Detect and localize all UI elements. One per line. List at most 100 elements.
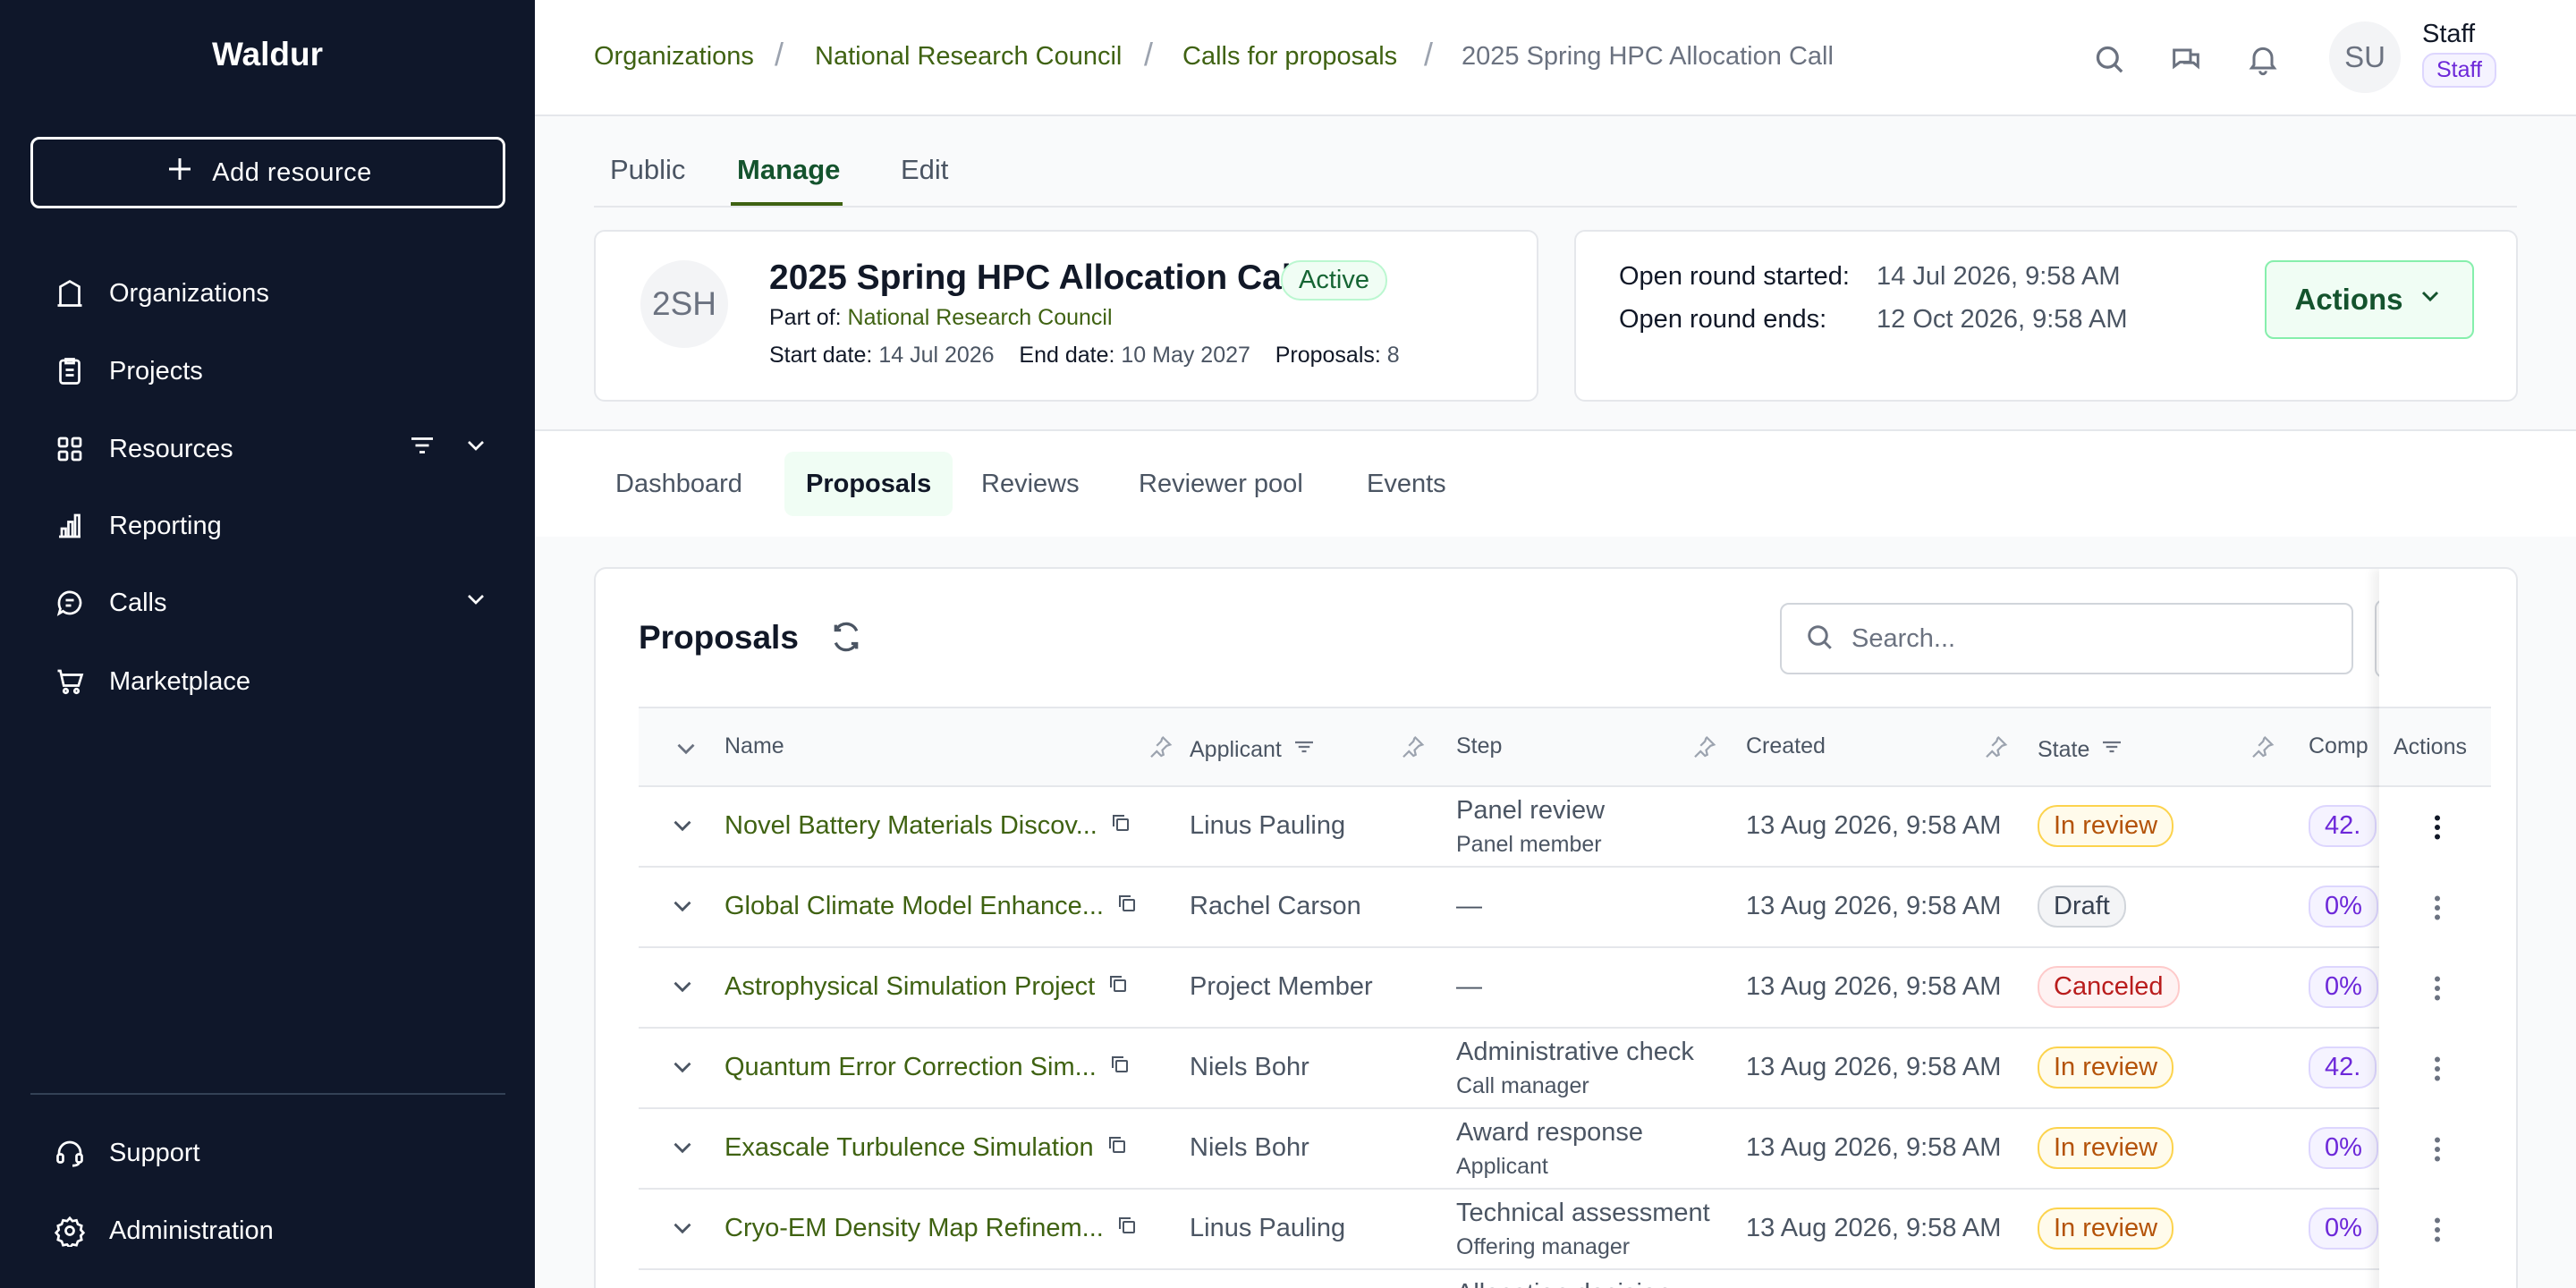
table-row[interactable]: Novel Battery Materials Discov... Linus P… [639, 787, 2475, 868]
tab-edit[interactable]: Edit [901, 154, 948, 186]
column-header-comp[interactable]: Comp [2309, 733, 2368, 759]
table-row[interactable]: Astrophysical Simulation Project Project … [639, 948, 2475, 1029]
state-badge: Draft [2038, 886, 2126, 928]
tab-divider [594, 206, 2517, 208]
table-row[interactable]: Allocation decision [639, 1270, 2475, 1288]
breadcrumb-organizations[interactable]: Organizations [594, 42, 754, 72]
brand-logo[interactable]: Waldur [0, 36, 535, 73]
avatar[interactable]: SU [2329, 21, 2401, 93]
column-label: State [2038, 737, 2090, 762]
proposal-name: Cryo-EM Density Map Refinem... [724, 1214, 1104, 1242]
proposal-name-link[interactable]: Astrophysical Simulation Project [724, 972, 1129, 1002]
building-icon [52, 275, 88, 311]
copy-icon[interactable] [1109, 1053, 1131, 1082]
end-date-label: End date: [1019, 343, 1115, 368]
actions-button[interactable]: Actions [2265, 260, 2474, 339]
column-header-name[interactable]: Name [724, 733, 784, 759]
proposal-name-link[interactable]: Novel Battery Materials Discov... [724, 811, 1131, 841]
breadcrumb-calls[interactable]: Calls for proposals [1182, 42, 1397, 72]
column-header-state[interactable]: State [2038, 733, 2125, 767]
add-resource-button[interactable]: Add resource [30, 137, 505, 208]
state-badge: In review [2038, 1208, 2174, 1250]
table-row[interactable]: Cryo-EM Density Map Refinem... Linus Paul… [639, 1190, 2475, 1270]
copy-icon[interactable] [1116, 892, 1138, 921]
tab-manage[interactable]: Manage [737, 154, 840, 186]
main-content: Organizations / National Research Counci… [535, 0, 2576, 1288]
sidebar-item-reporting[interactable]: Reporting [52, 504, 490, 548]
expand-row-icon[interactable] [667, 810, 698, 848]
chevron-down-icon[interactable] [462, 431, 490, 467]
refresh-icon[interactable] [828, 619, 868, 658]
expand-row-icon[interactable] [667, 1213, 698, 1250]
tab-proposals[interactable]: Proposals [784, 452, 953, 516]
sidebar-item-calls[interactable]: Calls [52, 580, 490, 625]
table-row[interactable]: Global Climate Model Enhance... Rachel Ca… [639, 868, 2475, 948]
column-header-created[interactable]: Created [1746, 733, 1826, 759]
copy-icon[interactable] [1116, 1214, 1138, 1243]
more-actions-icon[interactable] [2415, 1046, 2460, 1091]
table-row[interactable]: Quantum Error Correction Sim... Niels Boh… [639, 1029, 2475, 1109]
chat-icon[interactable] [2166, 39, 2206, 79]
more-actions-icon[interactable] [2415, 1127, 2460, 1172]
sidebar-item-support[interactable]: Support [52, 1131, 490, 1175]
search-input[interactable] [1852, 623, 2334, 654]
tab-reviewer-pool[interactable]: Reviewer pool [1117, 452, 1325, 516]
step: Panel review [1456, 796, 1606, 825]
pin-icon[interactable] [2249, 733, 2277, 762]
copy-icon[interactable] [1110, 811, 1131, 841]
expand-row-icon[interactable] [667, 1132, 698, 1170]
breadcrumb-organization[interactable]: National Research Council [815, 42, 1122, 72]
filter-icon[interactable] [2098, 733, 2125, 767]
sidebar: Waldur Add resource Organizations Projec… [0, 0, 535, 1288]
sidebar-item-marketplace[interactable]: Marketplace [52, 659, 490, 704]
chevron-down-icon[interactable] [462, 585, 490, 621]
more-actions-icon[interactable] [2415, 966, 2460, 1011]
round-card: Open round started: 14 Jul 2026, 9:58 AM… [1574, 230, 2518, 402]
expand-row-icon[interactable] [667, 971, 698, 1009]
sidebar-item-resources[interactable]: Resources [52, 427, 490, 471]
tab-events[interactable]: Events [1345, 452, 1468, 516]
part-of-link[interactable]: National Research Council [848, 305, 1113, 330]
pin-icon[interactable] [1982, 733, 2011, 762]
filter-icon[interactable] [1291, 733, 1318, 767]
tab-dashboard[interactable]: Dashboard [594, 452, 764, 516]
proposal-name-link[interactable]: Quantum Error Correction Sim... [724, 1053, 1131, 1082]
more-actions-icon[interactable] [2415, 805, 2460, 850]
search-field[interactable] [1780, 603, 2353, 674]
step: — [1456, 892, 1482, 920]
proposals-panel: Proposals Name Applicant [594, 567, 2518, 1288]
column-header-applicant[interactable]: Applicant [1190, 733, 1318, 767]
sidebar-item-label: Marketplace [109, 666, 250, 696]
expand-all-icon[interactable] [671, 733, 701, 764]
active-tab-indicator [731, 202, 843, 206]
more-actions-icon[interactable] [2415, 1208, 2460, 1252]
completion-badge: 0% [2309, 886, 2378, 928]
copy-icon[interactable] [1106, 1133, 1128, 1163]
tab-public[interactable]: Public [610, 154, 685, 186]
proposal-name-link[interactable]: Global Climate Model Enhance... [724, 892, 1138, 921]
filter-icon[interactable] [406, 429, 438, 469]
pin-icon[interactable] [1147, 733, 1175, 762]
pin-icon[interactable] [1690, 733, 1719, 762]
sidebar-item-organizations[interactable]: Organizations [52, 271, 490, 316]
copy-icon[interactable] [1107, 972, 1129, 1002]
call-logo: 2SH [640, 260, 728, 348]
sidebar-item-label: Calls [109, 588, 167, 617]
tab-reviews[interactable]: Reviews [960, 452, 1101, 516]
sidebar-item-administration[interactable]: Administration [52, 1208, 490, 1253]
sidebar-item-label: Resources [109, 434, 233, 463]
proposal-name-link[interactable]: Cryo-EM Density Map Refinem... [724, 1214, 1138, 1243]
search-icon[interactable] [2089, 39, 2129, 79]
pin-icon[interactable] [1399, 733, 1428, 762]
created-date: 13 Aug 2026, 9:58 AM [1746, 1133, 2002, 1162]
column-header-step[interactable]: Step [1456, 733, 1502, 759]
breadcrumb-separator: / [1424, 36, 1434, 72]
round-started-value: 14 Jul 2026, 9:58 AM [1877, 262, 2121, 291]
expand-row-icon[interactable] [667, 1052, 698, 1089]
sidebar-item-projects[interactable]: Projects [52, 349, 490, 394]
bell-icon[interactable] [2243, 39, 2283, 79]
table-row[interactable]: Exascale Turbulence Simulation Niels Bohr… [639, 1109, 2475, 1190]
proposal-name-link[interactable]: Exascale Turbulence Simulation [724, 1133, 1128, 1163]
more-actions-icon[interactable] [2415, 886, 2460, 930]
expand-row-icon[interactable] [667, 891, 698, 928]
